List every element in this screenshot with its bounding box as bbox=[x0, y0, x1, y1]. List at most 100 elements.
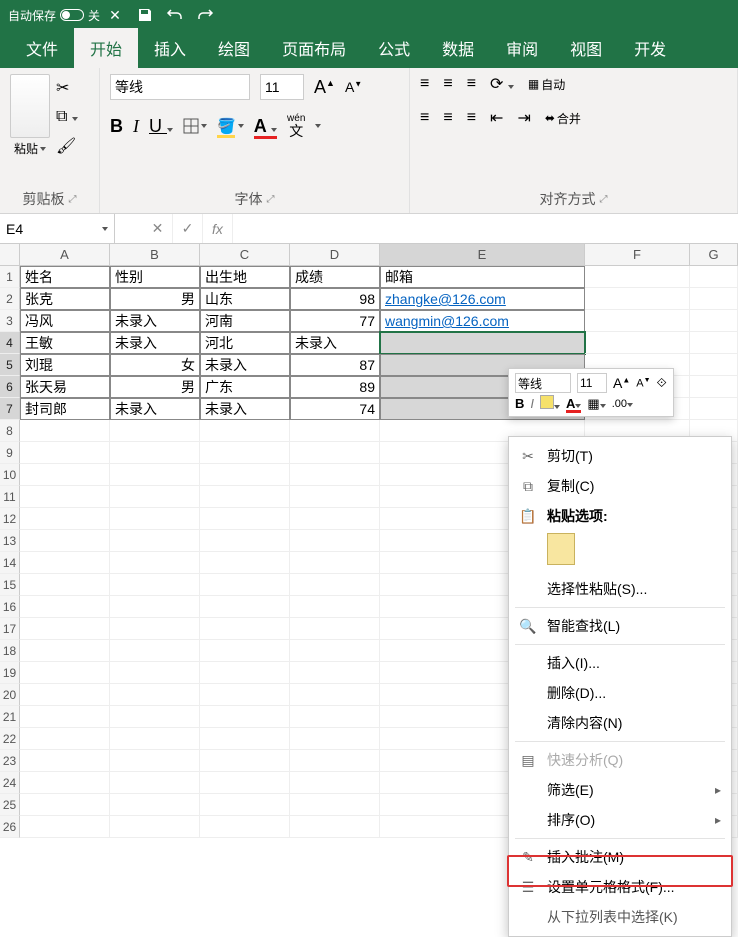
cell[interactable] bbox=[290, 486, 380, 508]
italic-button[interactable]: I bbox=[133, 116, 139, 137]
row-header[interactable]: 6 bbox=[0, 376, 20, 398]
cell[interactable] bbox=[110, 728, 200, 750]
mini-increase-font-icon[interactable]: A▲ bbox=[613, 375, 630, 391]
phonetic-guide-button[interactable]: wén文 bbox=[287, 114, 305, 138]
cell[interactable] bbox=[200, 794, 290, 816]
mini-bold-button[interactable]: B bbox=[515, 396, 524, 411]
cell[interactable]: 冯风 bbox=[20, 310, 110, 332]
col-header-D[interactable]: D bbox=[290, 244, 380, 265]
row-header[interactable]: 21 bbox=[0, 706, 20, 728]
cell[interactable] bbox=[20, 420, 110, 442]
align-top-icon[interactable]: ≡ bbox=[420, 75, 429, 93]
cell[interactable] bbox=[20, 574, 110, 596]
cell[interactable]: 未录入 bbox=[110, 310, 200, 332]
cell[interactable] bbox=[110, 574, 200, 596]
cm-delete[interactable]: 删除(D)... bbox=[509, 678, 731, 708]
cm-paste-option-default[interactable] bbox=[547, 533, 575, 565]
cell[interactable]: 男 bbox=[110, 288, 200, 310]
cell[interactable] bbox=[110, 596, 200, 618]
cell[interactable]: 87 bbox=[290, 354, 380, 376]
font-size-select[interactable] bbox=[260, 74, 304, 100]
cell[interactable] bbox=[110, 442, 200, 464]
cm-pick-from-list[interactable]: 从下拉列表中选择(K) bbox=[509, 902, 731, 932]
cell[interactable] bbox=[200, 530, 290, 552]
row-header[interactable]: 5 bbox=[0, 354, 20, 376]
cell[interactable]: 刘琨 bbox=[20, 354, 110, 376]
mini-format-painter-icon[interactable]: ⟐ bbox=[657, 375, 667, 391]
cell[interactable]: wangmin@126.com bbox=[380, 310, 585, 332]
cell[interactable] bbox=[20, 794, 110, 816]
cell[interactable] bbox=[290, 728, 380, 750]
mini-font-color-button[interactable]: A bbox=[566, 396, 581, 411]
merge-center-button[interactable]: ⬌合并 bbox=[545, 110, 581, 127]
paste-button[interactable] bbox=[10, 74, 50, 138]
save-icon[interactable] bbox=[130, 0, 160, 30]
col-header-G[interactable]: G bbox=[690, 244, 738, 265]
cell[interactable] bbox=[20, 530, 110, 552]
cell[interactable] bbox=[110, 816, 200, 838]
row-header[interactable]: 17 bbox=[0, 618, 20, 640]
cell[interactable]: 封司郎 bbox=[20, 398, 110, 420]
cell[interactable] bbox=[20, 552, 110, 574]
clipboard-launcher-icon[interactable]: ⤢ bbox=[69, 194, 77, 205]
increase-font-icon[interactable]: A▲ bbox=[314, 77, 335, 98]
orientation-icon[interactable]: ⟳ bbox=[490, 74, 514, 94]
cell[interactable] bbox=[110, 530, 200, 552]
cell[interactable]: 河北 bbox=[200, 332, 290, 354]
cell[interactable] bbox=[200, 420, 290, 442]
mini-fill-color-button[interactable] bbox=[540, 395, 560, 412]
cell[interactable] bbox=[200, 728, 290, 750]
cell[interactable] bbox=[110, 706, 200, 728]
cell[interactable]: 姓名 bbox=[20, 266, 110, 288]
row-header[interactable]: 11 bbox=[0, 486, 20, 508]
format-painter-icon[interactable]: 🖌 bbox=[56, 136, 78, 156]
col-header-C[interactable]: C bbox=[200, 244, 290, 265]
tab-review[interactable]: 审阅 bbox=[490, 28, 554, 68]
cell[interactable] bbox=[200, 574, 290, 596]
cell[interactable] bbox=[290, 442, 380, 464]
tab-insert[interactable]: 插入 bbox=[138, 28, 202, 68]
mini-number-format-button[interactable]: .00 bbox=[612, 398, 633, 410]
alignment-launcher-icon[interactable]: ⤢ bbox=[600, 194, 608, 205]
row-header[interactable]: 22 bbox=[0, 728, 20, 750]
cell[interactable]: 张克 bbox=[20, 288, 110, 310]
cell[interactable] bbox=[290, 420, 380, 442]
bold-button[interactable]: B bbox=[110, 116, 123, 137]
cell[interactable] bbox=[110, 508, 200, 530]
cell[interactable]: 74 bbox=[290, 398, 380, 420]
underline-button[interactable]: U bbox=[149, 116, 173, 137]
font-color-button[interactable]: A bbox=[254, 116, 277, 137]
autosave-toggle[interactable]: 自动保存 关 bbox=[8, 7, 100, 24]
cell[interactable] bbox=[20, 618, 110, 640]
select-all-corner[interactable] bbox=[0, 244, 20, 265]
cell[interactable] bbox=[110, 618, 200, 640]
cm-cut[interactable]: ✂剪切(T) bbox=[509, 441, 731, 471]
cell[interactable] bbox=[690, 288, 738, 310]
cell[interactable]: 山东 bbox=[200, 288, 290, 310]
cell[interactable] bbox=[200, 486, 290, 508]
cell[interactable] bbox=[20, 750, 110, 772]
row-header[interactable]: 10 bbox=[0, 464, 20, 486]
cell[interactable]: 邮箱 bbox=[380, 266, 585, 288]
increase-indent-icon[interactable]: ⇥ bbox=[517, 108, 530, 128]
mini-italic-button[interactable]: I bbox=[530, 396, 534, 411]
col-header-A[interactable]: A bbox=[20, 244, 110, 265]
enter-formula-icon[interactable]: ✓ bbox=[173, 214, 203, 243]
row-header[interactable]: 4 bbox=[0, 332, 20, 354]
cell[interactable] bbox=[290, 530, 380, 552]
tab-page-layout[interactable]: 页面布局 bbox=[266, 28, 362, 68]
col-header-F[interactable]: F bbox=[585, 244, 690, 265]
fill-color-button[interactable]: 🪣 bbox=[217, 117, 244, 135]
paste-dropdown[interactable]: 粘贴 bbox=[14, 140, 46, 157]
row-header[interactable]: 19 bbox=[0, 662, 20, 684]
tab-home[interactable]: 开始 bbox=[74, 28, 138, 68]
cell[interactable] bbox=[290, 794, 380, 816]
copy-icon[interactable]: ⧉ bbox=[56, 108, 78, 126]
cm-format-cells[interactable]: ☰设置单元格格式(F)... bbox=[509, 872, 731, 902]
row-header[interactable]: 18 bbox=[0, 640, 20, 662]
cm-insert[interactable]: 插入(I)... bbox=[509, 648, 731, 678]
cell[interactable] bbox=[20, 486, 110, 508]
cell[interactable]: 89 bbox=[290, 376, 380, 398]
cell[interactable] bbox=[20, 684, 110, 706]
cm-filter[interactable]: 筛选(E) bbox=[509, 775, 731, 805]
